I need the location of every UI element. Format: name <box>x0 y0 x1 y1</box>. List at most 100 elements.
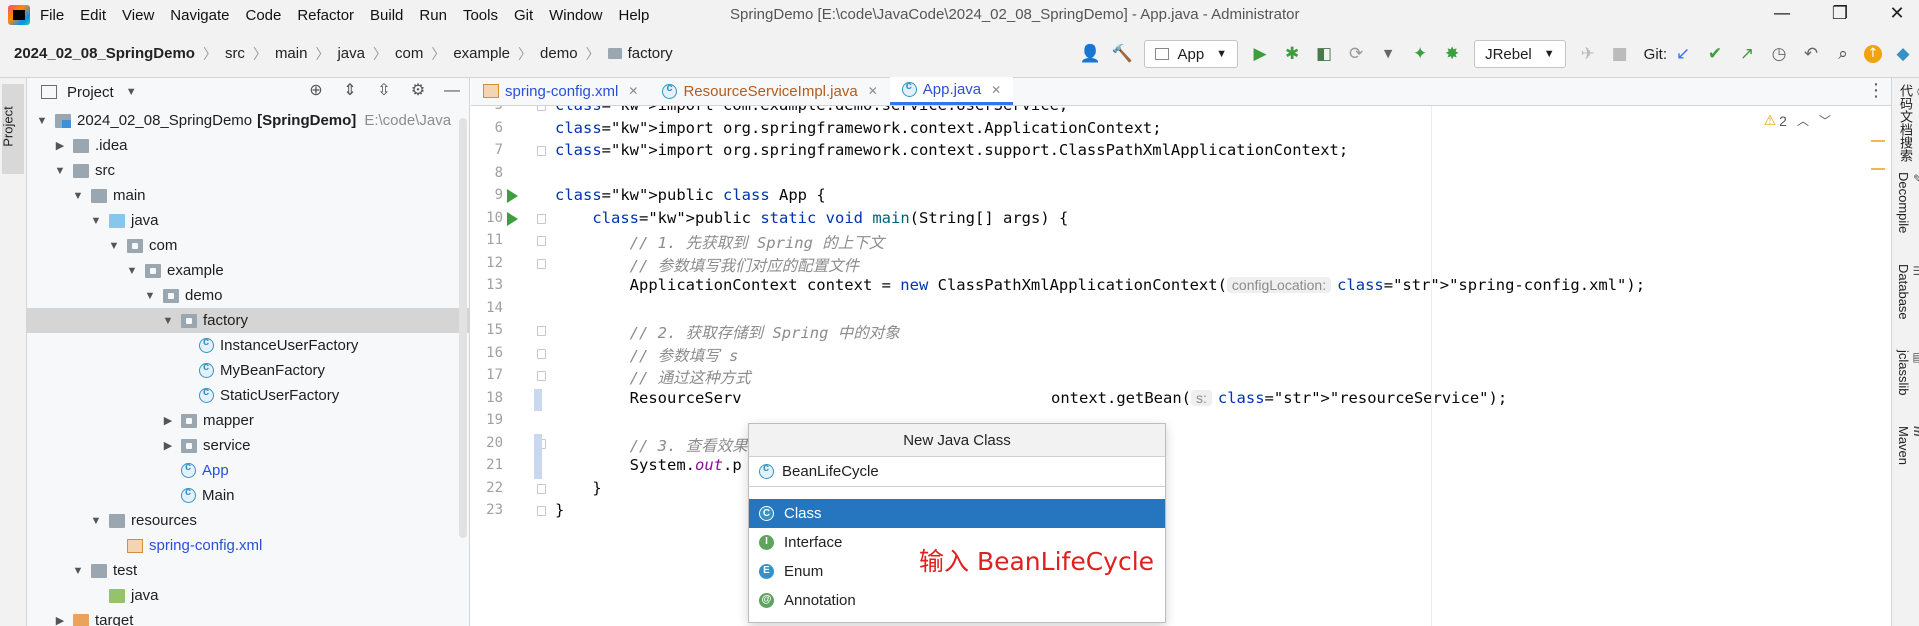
menu-view[interactable]: View <box>122 7 154 24</box>
code-line-continuation[interactable]: ontext.getBean(s: class="str">"resourceSe… <box>1051 389 1507 407</box>
tree-item[interactable]: ▼ resources <box>27 508 469 533</box>
chevron-down-icon[interactable]: ▼ <box>107 240 121 252</box>
fold-marker-icon[interactable] <box>537 106 546 111</box>
coverage-icon[interactable]: ◧ <box>1313 43 1335 65</box>
tree-item[interactable]: ▼ main <box>27 183 469 208</box>
tree-item[interactable]: MyBeanFactory <box>27 358 469 383</box>
chevron-down-icon[interactable]: ﹀ <box>1819 112 1831 129</box>
fold-marker-icon[interactable] <box>537 371 546 381</box>
chevron-down-icon[interactable]: ▼ <box>1377 43 1399 65</box>
code-line[interactable]: // 3. 查看效果 <box>555 434 748 456</box>
fold-marker-icon[interactable] <box>537 146 546 156</box>
attach-icon[interactable]: ✈ <box>1577 43 1599 65</box>
menu-navigate[interactable]: Navigate <box>170 7 229 24</box>
tree-item[interactable]: ▶ .idea <box>27 133 469 158</box>
code-line[interactable]: // 2. 获取存储到 Spring 中的对象 <box>555 321 900 343</box>
tree-item[interactable]: ▼ factory <box>27 308 469 333</box>
code-line[interactable]: class="kw">import com.example.demo.servi… <box>555 106 1068 114</box>
tree-item[interactable]: ▼ example <box>27 258 469 283</box>
tree-item[interactable]: ▶ mapper <box>27 408 469 433</box>
tree-item[interactable]: InstanceUserFactory <box>27 333 469 358</box>
chevron-down-icon[interactable]: ▼ <box>53 165 67 177</box>
breadcrumb-demo[interactable]: demo <box>540 45 578 62</box>
code-doc-search-tab[interactable]: ◉ 代码文档搜索 <box>1896 84 1919 162</box>
chevron-right-icon[interactable]: ▶ <box>53 614 67 626</box>
run-gutter-icon[interactable] <box>507 211 518 226</box>
fold-marker-icon[interactable] <box>537 326 546 336</box>
rollback-icon[interactable]: ↶ <box>1800 43 1822 65</box>
code-line[interactable]: class="kw">import org.springframework.co… <box>555 119 1162 137</box>
run-icon[interactable]: ▶ <box>1249 43 1271 65</box>
menu-window[interactable]: Window <box>549 7 602 24</box>
change-marker[interactable] <box>534 433 542 456</box>
inspection-widget[interactable]: ⚠ 2 ︿ ﹀ <box>1764 112 1831 129</box>
history-icon[interactable]: ◷ <box>1768 43 1790 65</box>
update-icon[interactable]: ↑ <box>1864 45 1882 63</box>
chevron-down-icon[interactable]: ▼ <box>89 215 103 227</box>
menu-build[interactable]: Build <box>370 7 403 24</box>
breadcrumb-factory[interactable]: factory <box>607 45 673 62</box>
menu-git[interactable]: Git <box>514 7 533 24</box>
jrebel-debug-icon[interactable]: ✸ <box>1441 43 1463 65</box>
hide-icon[interactable]: — <box>442 81 462 101</box>
tree-item[interactable]: ▼ test <box>27 558 469 583</box>
menu-run[interactable]: Run <box>419 7 447 24</box>
tree-item[interactable]: ▼ java <box>27 208 469 233</box>
minimize-button[interactable]: — <box>1767 3 1797 27</box>
fold-marker-icon[interactable] <box>537 506 546 516</box>
git-update-icon[interactable]: ↙ <box>1672 43 1694 65</box>
project-tool-tab[interactable]: Project <box>1 84 24 174</box>
fold-marker-icon[interactable] <box>537 236 546 246</box>
menu-help[interactable]: Help <box>619 7 650 24</box>
warning-stripe-mark[interactable] <box>1871 140 1885 142</box>
search-icon[interactable]: ⌕ <box>1832 43 1854 65</box>
debug-icon[interactable]: ✱ <box>1281 43 1303 65</box>
breadcrumb-main[interactable]: main <box>275 45 308 62</box>
menu-code[interactable]: Code <box>245 7 281 24</box>
git-commit-icon[interactable]: ✔ <box>1704 43 1726 65</box>
tree-item[interactable]: ▶ target <box>27 608 469 626</box>
chevron-down-icon[interactable]: ▼ <box>35 115 49 127</box>
tree-item[interactable]: ▶ service <box>27 433 469 458</box>
tree-item[interactable]: ▼ src <box>27 158 469 183</box>
git-push-icon[interactable]: ↗ <box>1736 43 1758 65</box>
chevron-down-icon[interactable]: ▼ <box>125 265 139 277</box>
menu-tools[interactable]: Tools <box>463 7 498 24</box>
chevron-right-icon[interactable]: ▶ <box>53 139 67 152</box>
breadcrumb-project[interactable]: 2024_02_08_SpringDemo <box>14 45 195 62</box>
breadcrumb-com[interactable]: com <box>395 45 423 62</box>
profile-icon[interactable]: ⟳ <box>1345 43 1367 65</box>
project-panel-title[interactable]: Project <box>67 84 114 101</box>
fold-marker-icon[interactable] <box>537 483 546 494</box>
close-button[interactable]: ✕ <box>1882 3 1912 27</box>
tree-item[interactable]: ▼ 2024_02_08_SpringDemo [SpringDemo] E:\cod… <box>27 108 469 133</box>
maven-tab[interactable]: m Maven <box>1896 426 1919 465</box>
code-line[interactable]: } <box>555 479 601 497</box>
user-icon[interactable]: 👤 <box>1079 43 1101 65</box>
fold-marker-icon[interactable] <box>537 213 546 224</box>
chevron-down-icon[interactable]: ▼ <box>161 315 175 327</box>
chevron-down-icon[interactable]: ▼ <box>89 515 103 527</box>
menu-file[interactable]: File <box>40 7 64 24</box>
tab-app-java[interactable]: App.java ✕ <box>889 77 1014 105</box>
code-line[interactable]: ApplicationContext context = new ClassPa… <box>555 276 1645 294</box>
breadcrumb-java[interactable]: java <box>337 45 365 62</box>
tree-item[interactable]: ▼ demo <box>27 283 469 308</box>
tree-item[interactable]: StaticUserFactory <box>27 383 469 408</box>
toolbox-icon[interactable]: ◆ <box>1892 43 1914 65</box>
tree-item[interactable]: App <box>27 458 469 483</box>
code-line[interactable]: // 通过这种方式 <box>555 366 751 388</box>
close-icon[interactable]: ✕ <box>868 84 878 98</box>
change-marker[interactable] <box>534 388 542 411</box>
fold-marker-icon[interactable] <box>537 348 546 359</box>
menu-edit[interactable]: Edit <box>80 7 106 24</box>
menu-refactor[interactable]: Refactor <box>297 7 354 24</box>
tree-item[interactable]: java <box>27 583 469 608</box>
tree-item[interactable]: Main <box>27 483 469 508</box>
code-line[interactable]: } <box>555 501 564 519</box>
chevron-down-icon[interactable]: ▼ <box>71 190 85 202</box>
jrebel-select[interactable]: JRebel ▼ <box>1474 40 1566 68</box>
warning-stripe-mark[interactable] <box>1871 168 1885 170</box>
code-line[interactable]: // 1. 先获取到 Spring 的上下文 <box>555 231 885 253</box>
run-config-select[interactable]: App ▼ <box>1144 40 1239 68</box>
